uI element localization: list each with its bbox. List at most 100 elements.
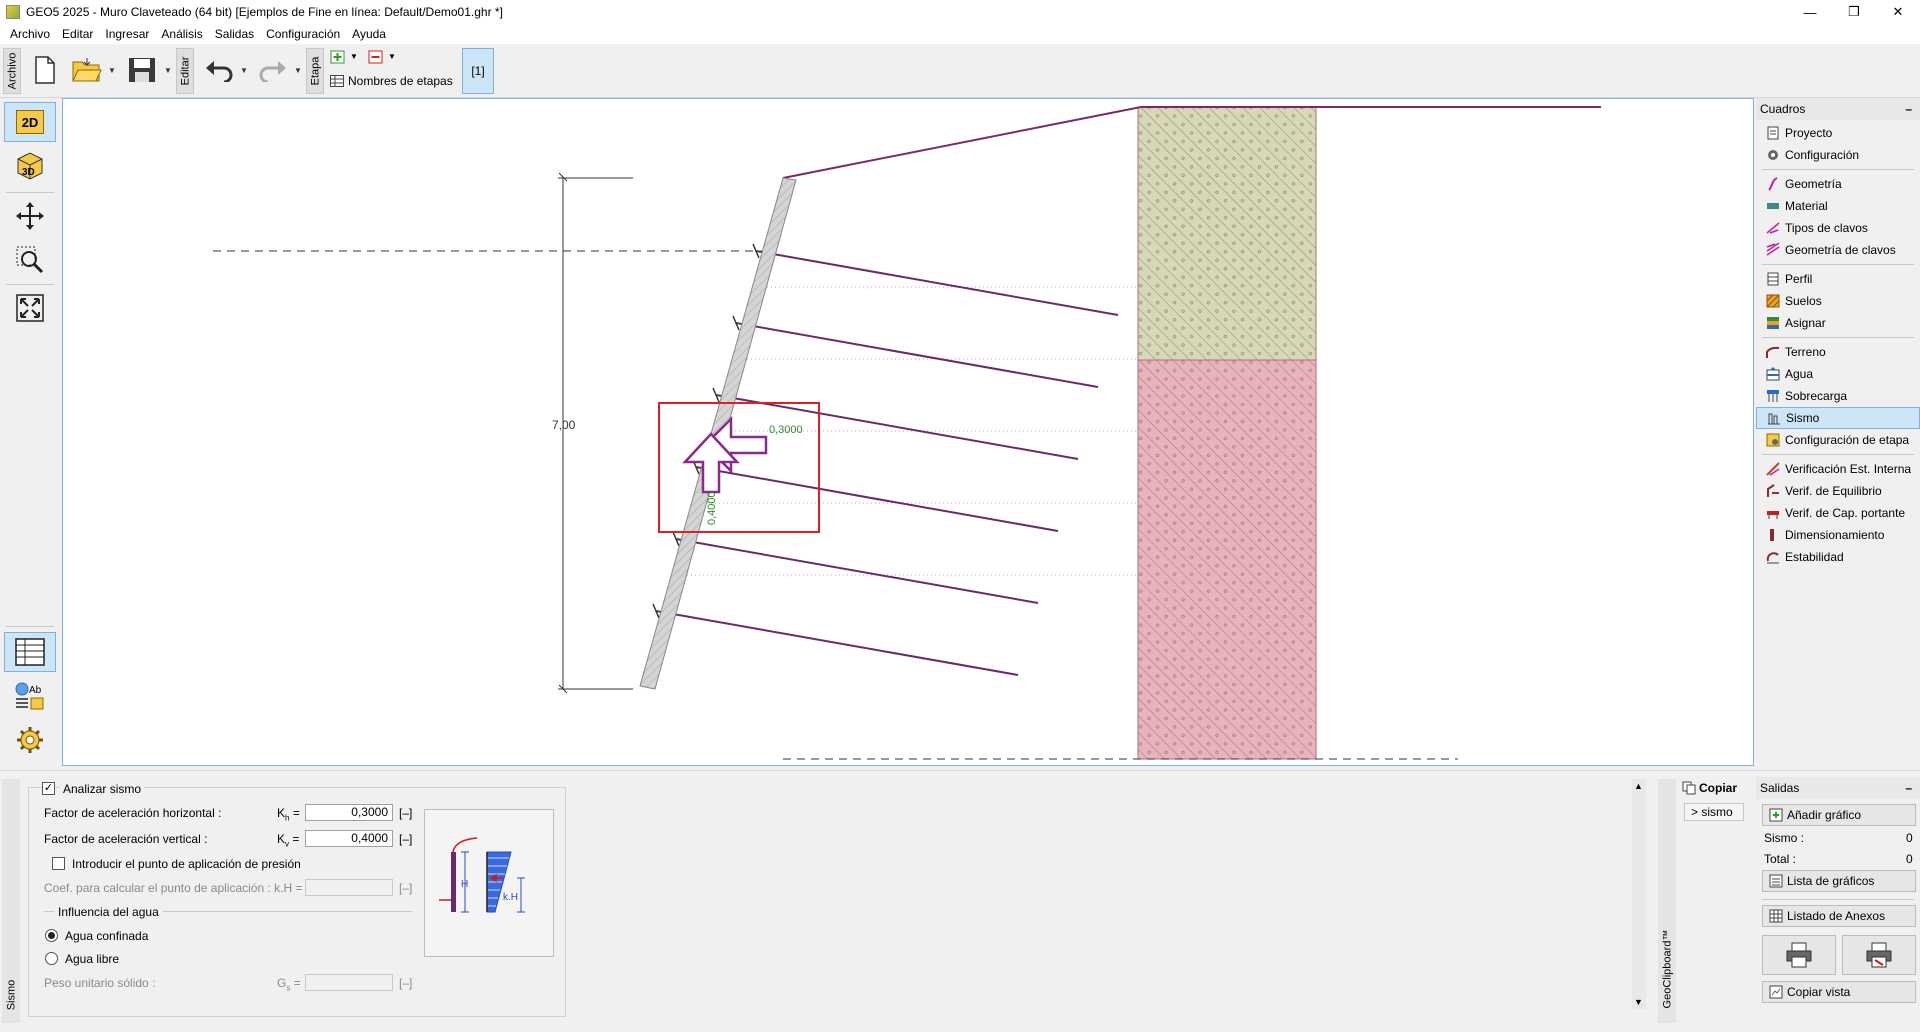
drawing-style-button[interactable]: Ab [4,676,56,716]
kv-input[interactable]: 0,4000 [305,830,393,847]
frame-item-suelos[interactable]: Suelos [1756,290,1920,312]
geoclipboard-side-tab[interactable]: GeoClipboard™ [1658,779,1676,1023]
save-file-button[interactable] [124,52,160,88]
frame-item-sobrecarga[interactable]: Sobrecarga [1756,385,1920,407]
redo-icon [259,61,286,82]
coef-input[interactable] [305,879,393,896]
frame-item-dimensionamiento[interactable]: Dimensionamiento [1756,524,1920,546]
frame-item-verificacion-est-interna[interactable]: Verificación Est. Interna [1756,458,1920,480]
frame-scrollbar[interactable]: ▲ ▼ [1632,779,1646,1009]
frame-item-perfil[interactable]: Perfil [1756,268,1920,290]
frames-panel: Cuadros – Proyecto Configuración Geometrí… [1756,98,1920,766]
scroll-up-icon[interactable]: ▲ [1634,781,1643,791]
frame-item-verif-de-cap-portante[interactable]: Verif. de Cap. portante [1756,502,1920,524]
redo-button[interactable] [256,52,290,88]
terrain-icon [1766,345,1780,359]
water-confined-radio[interactable] [45,929,58,942]
graphics-list-button[interactable]: Lista de gráficos [1762,870,1916,892]
redo-dropdown-icon[interactable]: ▼ [294,66,302,75]
settings-button[interactable] [4,720,56,760]
copy-view-button[interactable]: Copiar vista [1762,981,1916,1003]
stability-icon [1766,550,1780,564]
outputs-separator [1762,899,1914,900]
frame-item-agua[interactable]: Agua [1756,363,1920,385]
open-folder-icon [72,58,102,82]
undo-dropdown-icon[interactable]: ▼ [240,66,248,75]
frame-item-proyecto[interactable]: Proyecto [1756,122,1920,144]
menu-ingresar[interactable]: Ingresar [99,27,155,41]
analyze-earthquake-checkbox[interactable]: ✓ [42,782,55,795]
frame-item-material[interactable]: Material [1756,195,1920,217]
menu-configuracion[interactable]: Configuración [260,27,346,41]
minimize-icon[interactable]: — [1788,0,1832,24]
kh-input[interactable]: 0,3000 [305,804,393,821]
print-button[interactable] [1762,935,1836,975]
unit-weight-input[interactable] [305,974,393,991]
view-2d-button[interactable]: 2D [4,102,56,142]
stage-names-button[interactable]: Nombres de etapas [330,74,453,88]
menu-analisis[interactable]: Análisis [155,27,208,41]
annex-list-button[interactable]: Listado de Anexos [1762,905,1916,927]
menu-salidas[interactable]: Salidas [209,27,260,41]
zoom-window-button[interactable] [4,240,56,280]
frame-item-geometria[interactable]: Geometría [1756,173,1920,195]
geometry-icon [1766,177,1780,191]
menu-editar[interactable]: Editar [56,27,99,41]
frame-item-configuracion-de-etapa[interactable]: Configuración de etapa [1756,429,1920,451]
undo-icon [206,61,233,82]
input-frame: Sismo ✓ Analizar sismo Factor de acelera… [0,770,1920,1032]
add-stage-dropdown-icon[interactable]: ▼ [350,52,358,61]
frame-item-verif-de-equilibrio[interactable]: Verif. de Equilibrio [1756,480,1920,502]
print-preview-button[interactable] [1842,935,1916,975]
kv-symbol: Kv = [277,832,300,849]
view-3d-button[interactable]: 3D [4,146,56,186]
frame-item-estabilidad[interactable]: Estabilidad [1756,546,1920,568]
open-file-button[interactable] [70,52,104,88]
frames-separator [1762,169,1914,170]
close-icon[interactable]: ✕ [1876,0,1920,24]
diagram-svg: H k.H [439,837,525,913]
total-count-value: 0 [1906,852,1913,866]
remove-stage-dropdown-icon[interactable]: ▼ [388,52,396,61]
stage-1-button[interactable]: [1] [462,48,494,94]
outputs-collapse-button[interactable]: – [1905,781,1912,795]
kv-label: Factor de aceleración vertical : [44,832,208,846]
left-toolbar-separator [6,626,54,627]
copy-clipboard-button[interactable]: Copiar [1682,781,1737,795]
printer-preview-icon [1866,942,1892,968]
frame-item-terreno[interactable]: Terreno [1756,341,1920,363]
outputs-panel: Salidas – Añadir gráfico Sismo : 0 Total … [1756,777,1920,1027]
remove-stage-button[interactable] [368,50,384,64]
add-stage-button[interactable] [330,50,346,64]
add-graphic-button[interactable]: Añadir gráfico [1762,804,1916,826]
frame-item-geometria-de-clavos[interactable]: Geometría de clavos [1756,239,1920,261]
new-file-button[interactable] [30,52,60,88]
frames-collapse-button[interactable]: – [1905,102,1912,116]
open-dropdown-icon[interactable]: ▼ [108,66,116,75]
frame-item-tipos-de-clavos[interactable]: Tipos de clavos [1756,217,1920,239]
frame-item-sismo[interactable]: Sismo [1756,407,1920,429]
undo-button[interactable] [202,52,236,88]
copy-view-icon [1769,985,1783,999]
application-point-checkbox[interactable] [52,857,65,870]
input-table-button[interactable] [4,632,56,672]
save-dropdown-icon[interactable]: ▼ [164,66,172,75]
drawing-svg[interactable]: 7,00 0,3000 0,4000 [63,99,1753,765]
menu-ayuda[interactable]: Ayuda [346,27,392,41]
water-free-radio[interactable] [45,952,58,965]
frame-item-asignar[interactable]: Asignar [1756,312,1920,334]
unit-weight-unit: [–] [399,976,413,990]
zoom-extents-button[interactable] [4,288,56,328]
pan-button[interactable] [4,196,56,236]
analyze-earthquake-label: Analizar sismo [60,782,145,796]
clipboard-item-sismo[interactable]: > sismo [1684,803,1744,821]
restore-icon[interactable]: ❐ [1832,0,1876,24]
scroll-down-icon[interactable]: ▼ [1634,997,1643,1007]
frame-item-configuracion[interactable]: Configuración [1756,144,1920,166]
new-file-icon [35,56,55,84]
menu-archivo[interactable]: Archivo [4,27,56,41]
dimensioning-icon [1766,528,1780,542]
drawing-canvas[interactable]: 7,00 0,3000 0,4000 [62,98,1754,766]
window-controls: — ❐ ✕ [1788,0,1920,24]
assign-icon [1766,316,1780,330]
